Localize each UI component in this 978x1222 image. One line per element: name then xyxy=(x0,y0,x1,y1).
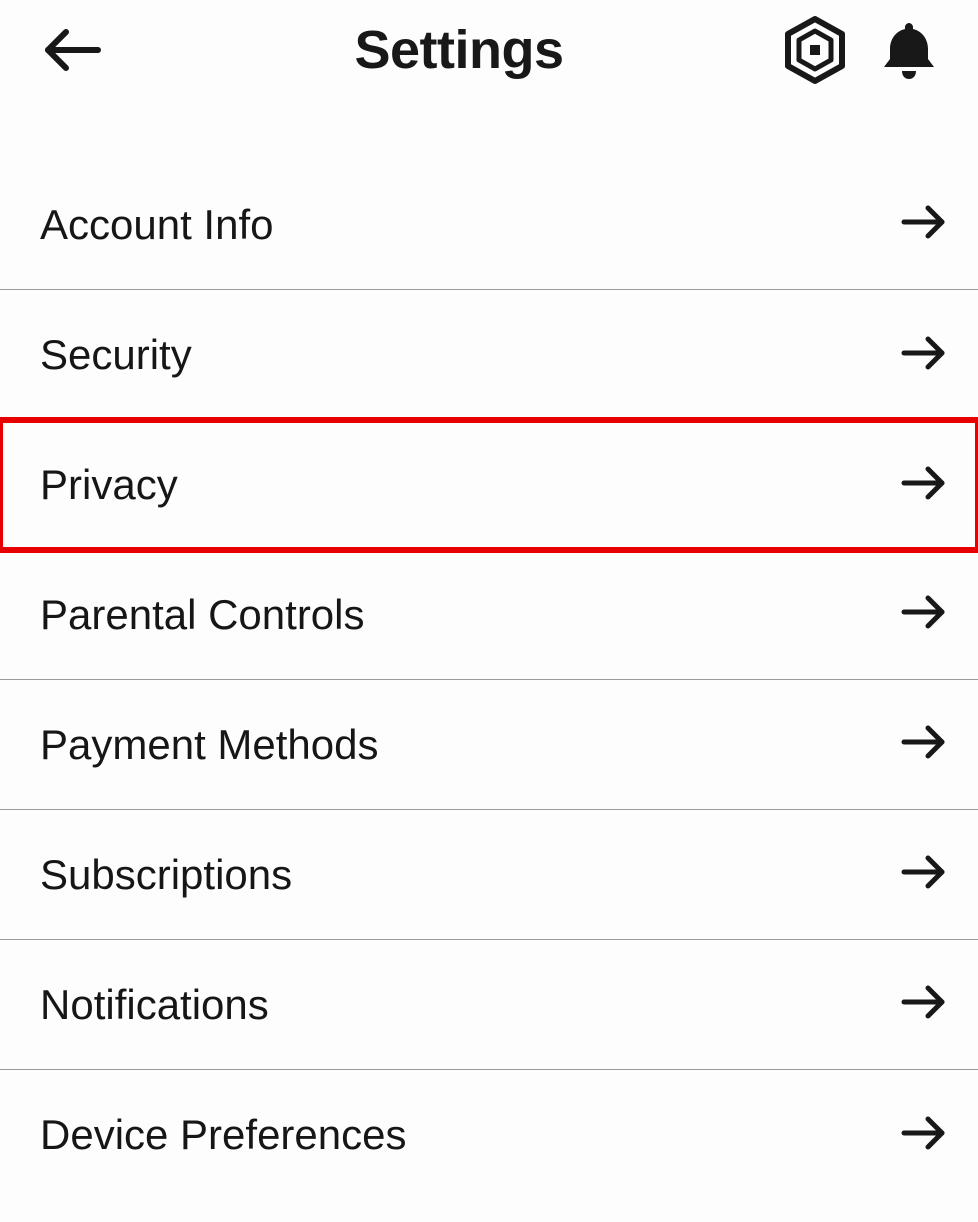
arrow-left-icon xyxy=(40,25,102,75)
row-label: Payment Methods xyxy=(40,721,379,769)
back-button[interactable] xyxy=(40,25,102,75)
page-title: Settings xyxy=(160,19,758,81)
settings-list: Account Info Security Privacy Parental C… xyxy=(0,160,978,1200)
row-label: Security xyxy=(40,331,192,379)
row-payment-methods[interactable]: Payment Methods xyxy=(0,680,978,810)
row-label: Account Info xyxy=(40,201,273,249)
robux-button[interactable] xyxy=(780,15,850,85)
row-subscriptions[interactable]: Subscriptions xyxy=(0,810,978,940)
chevron-right-icon xyxy=(900,982,948,1027)
robux-icon xyxy=(780,15,850,85)
chevron-right-icon xyxy=(900,1113,948,1158)
row-security[interactable]: Security xyxy=(0,290,978,420)
row-account-info[interactable]: Account Info xyxy=(0,160,978,290)
row-notifications[interactable]: Notifications xyxy=(0,940,978,1070)
row-label: Privacy xyxy=(40,461,178,509)
header-right xyxy=(758,15,938,85)
chevron-right-icon xyxy=(900,852,948,897)
row-label: Notifications xyxy=(40,981,269,1029)
chevron-right-icon xyxy=(900,722,948,767)
header: Settings xyxy=(0,0,978,100)
row-parental-controls[interactable]: Parental Controls xyxy=(0,550,978,680)
row-label: Device Preferences xyxy=(40,1111,407,1159)
row-device-preferences[interactable]: Device Preferences xyxy=(0,1070,978,1200)
chevron-right-icon xyxy=(900,202,948,247)
bell-icon xyxy=(880,19,938,81)
chevron-right-icon xyxy=(900,333,948,378)
row-label: Subscriptions xyxy=(40,851,292,899)
chevron-right-icon xyxy=(900,463,948,508)
chevron-right-icon xyxy=(900,592,948,637)
notifications-button[interactable] xyxy=(880,19,938,81)
row-privacy[interactable]: Privacy xyxy=(0,420,978,550)
header-left xyxy=(40,25,160,75)
row-label: Parental Controls xyxy=(40,591,365,639)
